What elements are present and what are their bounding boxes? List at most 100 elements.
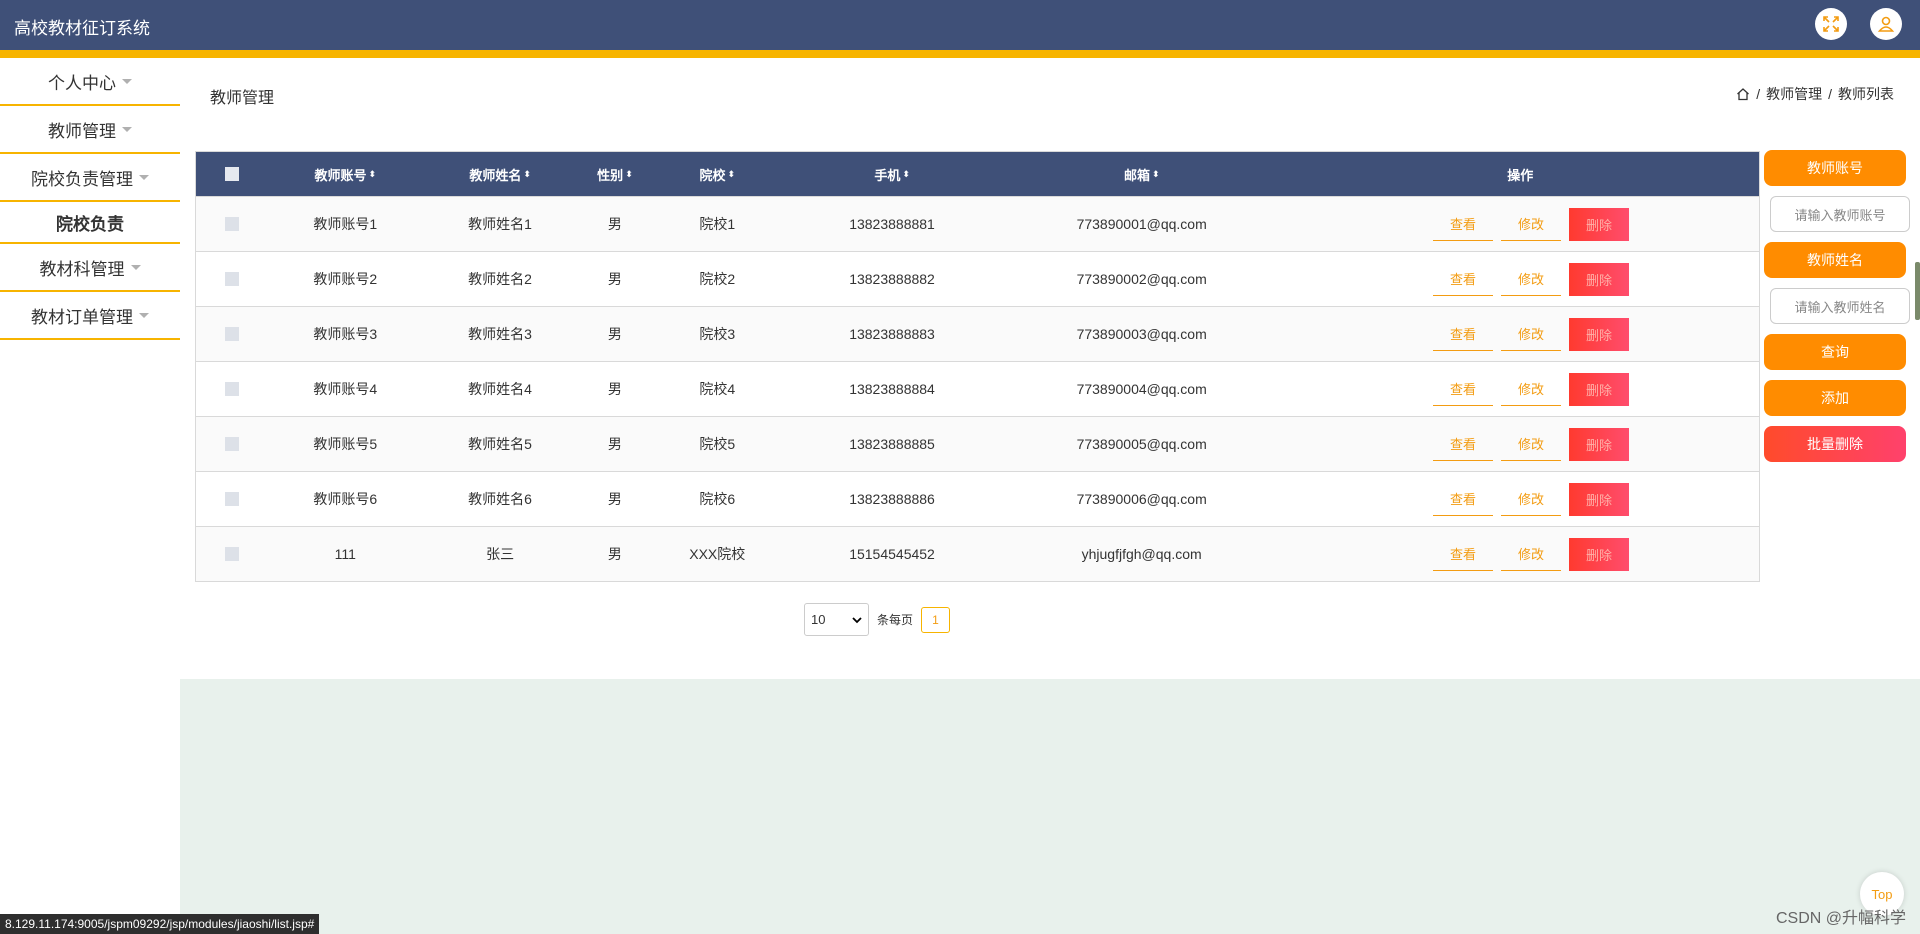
view-button[interactable]: 查看 [1432, 263, 1493, 296]
cell-school: 院校4 [699, 381, 736, 397]
cell-school: XXX院校 [689, 546, 746, 562]
cell-gender: 男 [607, 491, 622, 507]
sidebar-item-personal-center[interactable]: 个人中心 [0, 58, 180, 106]
table-row: 111 张三 男 XXX院校 15154545452 yhjugfjfgh@qq.com 查… [196, 526, 1759, 581]
status-bar-url: 8.129.11.174:9005/jspm09292/jsp/modules/… [0, 914, 320, 934]
cell-actions: 查看 修改 删除 [1281, 482, 1759, 516]
caret-down-icon [122, 126, 132, 132]
sidebar-item-teacher-management[interactable]: 教师管理 [0, 106, 180, 154]
name-search-input[interactable]: 请输入教师姓名 [1770, 288, 1910, 324]
edit-button[interactable]: 修改 [1500, 483, 1561, 516]
breadcrumb-separator: / [1756, 86, 1761, 102]
search-panel: 教师账号 请输入教师账号 教师姓名 请输入教师姓名 查询 添加 批量删除 [1764, 150, 1910, 472]
row-checkbox[interactable] [224, 437, 239, 451]
column-header-name[interactable]: 教师姓名 ⬍ [423, 165, 578, 184]
sidebar-item-textbook-order-management[interactable]: 教材订单管理 [0, 292, 180, 340]
column-header-school[interactable]: 院校 ⬍ [652, 165, 782, 184]
edit-button[interactable]: 修改 [1500, 538, 1561, 571]
delete-button[interactable]: 删除 [1568, 207, 1629, 241]
fullscreen-button[interactable] [1815, 8, 1847, 40]
cell-account: 教师账号2 [313, 271, 378, 287]
view-button[interactable]: 查看 [1432, 208, 1493, 241]
table-row: 教师账号1 教师姓名1 男 院校1 13823888881 773890001@qq.co… [196, 196, 1759, 251]
sort-icon: ⬍ [1152, 168, 1160, 179]
delete-button[interactable]: 删除 [1568, 262, 1629, 296]
table-row: 教师账号6 教师姓名6 男 院校6 13823888886 773890006@qq.co… [196, 471, 1759, 526]
view-button[interactable]: 查看 [1432, 538, 1493, 571]
cell-school: 院校2 [699, 271, 736, 287]
edit-button[interactable]: 修改 [1500, 373, 1561, 406]
scrollbar-thumb[interactable] [1915, 262, 1920, 320]
pagination: 10 条每页 1 [804, 603, 951, 636]
select-all-checkbox[interactable] [224, 167, 239, 181]
delete-button[interactable]: 删除 [1568, 537, 1629, 571]
delete-button[interactable]: 删除 [1568, 317, 1629, 351]
column-header-email[interactable]: 邮箱 ⬍ [1002, 165, 1282, 184]
home-icon[interactable] [1736, 87, 1750, 101]
sort-icon: ⬍ [368, 168, 377, 179]
cell-actions: 查看 修改 删除 [1281, 317, 1759, 351]
account-search-input[interactable]: 请输入教师账号 [1770, 196, 1910, 232]
row-checkbox[interactable] [224, 382, 239, 396]
breadcrumb-item[interactable]: 教师管理 [1766, 84, 1822, 104]
query-button[interactable]: 查询 [1764, 334, 1906, 370]
cell-account: 教师账号4 [313, 381, 378, 397]
watermark: CSDN @升幅科学 [1775, 910, 1906, 927]
sidebar-item-textbook-dept-management[interactable]: 教材科管理 [0, 244, 180, 292]
cell-email: yhjugfjfgh@qq.com [1081, 546, 1202, 562]
column-header-account[interactable]: 教师账号 ⬍ [268, 165, 423, 184]
row-checkbox[interactable] [224, 272, 239, 286]
delete-button[interactable]: 删除 [1568, 372, 1629, 406]
cell-phone: 13823888881 [849, 216, 935, 232]
breadcrumb-item: 教师列表 [1838, 86, 1894, 102]
fullscreen-icon [1823, 16, 1839, 32]
user-button[interactable] [1870, 8, 1902, 40]
table-row: 教师账号5 教师姓名5 男 院校5 13823888885 773890005@qq.co… [196, 416, 1759, 471]
row-checkbox[interactable] [224, 217, 239, 231]
caret-down-icon [130, 264, 141, 270]
sidebar-item-label: 教材订单管理 [31, 307, 133, 327]
page-size-select[interactable]: 10 [804, 603, 869, 636]
page-number-button[interactable]: 1 [921, 606, 951, 633]
breadcrumb-separator: / [1828, 86, 1832, 102]
account-label-button[interactable]: 教师账号 [1764, 150, 1906, 186]
column-header-phone[interactable]: 手机 ⬍ [782, 165, 1002, 184]
cell-gender: 男 [607, 271, 622, 287]
row-checkbox[interactable] [224, 547, 239, 561]
batch-delete-button[interactable]: 批量删除 [1764, 426, 1906, 462]
view-button[interactable]: 查看 [1432, 373, 1493, 406]
sidebar-item-label: 院校负责 [56, 214, 124, 234]
cell-account: 教师账号6 [313, 491, 378, 507]
add-button[interactable]: 添加 [1764, 380, 1906, 416]
cell-gender: 男 [607, 381, 622, 397]
row-checkbox[interactable] [224, 492, 239, 506]
table-header: 教师账号 ⬍ 教师姓名 ⬍ 性别 ⬍ 院校 ⬍ 手机 ⬍ 邮箱 ⬍ 操作 [196, 152, 1759, 196]
sort-icon: ⬍ [523, 168, 531, 179]
view-button[interactable]: 查看 [1432, 483, 1493, 516]
user-icon [1877, 16, 1895, 32]
cell-name: 教师姓名6 [468, 491, 532, 507]
edit-button[interactable]: 修改 [1500, 208, 1561, 241]
name-label-button[interactable]: 教师姓名 [1764, 242, 1906, 278]
cell-gender: 男 [607, 436, 622, 452]
table-row: 教师账号3 教师姓名3 男 院校3 13823888883 773890003@qq.co… [196, 306, 1759, 361]
cell-email: 773890001@qq.com [1076, 216, 1207, 232]
edit-button[interactable]: 修改 [1500, 318, 1561, 351]
sidebar-subitem-school-head[interactable]: 院校负责 [0, 202, 180, 244]
cell-school: 院校3 [699, 326, 736, 342]
row-checkbox[interactable] [224, 327, 239, 341]
page-title: 教师管理 [210, 90, 275, 107]
edit-button[interactable]: 修改 [1500, 263, 1561, 296]
view-button[interactable]: 查看 [1432, 318, 1493, 351]
cell-email: 773890002@qq.com [1076, 271, 1207, 287]
delete-button[interactable]: 删除 [1568, 427, 1629, 461]
view-button[interactable]: 查看 [1432, 428, 1493, 461]
sidebar-item-school-head-management[interactable]: 院校负责管理 [0, 154, 180, 202]
app-title: 高校教材征订系统 [14, 19, 150, 38]
cell-name: 教师姓名5 [468, 436, 532, 452]
column-header-gender[interactable]: 性别 ⬍ [578, 165, 653, 184]
edit-button[interactable]: 修改 [1500, 428, 1561, 461]
table-body: 教师账号1 教师姓名1 男 院校1 13823888881 773890001@qq.co… [196, 196, 1759, 581]
cell-name: 教师姓名3 [468, 326, 532, 342]
delete-button[interactable]: 删除 [1568, 482, 1629, 516]
